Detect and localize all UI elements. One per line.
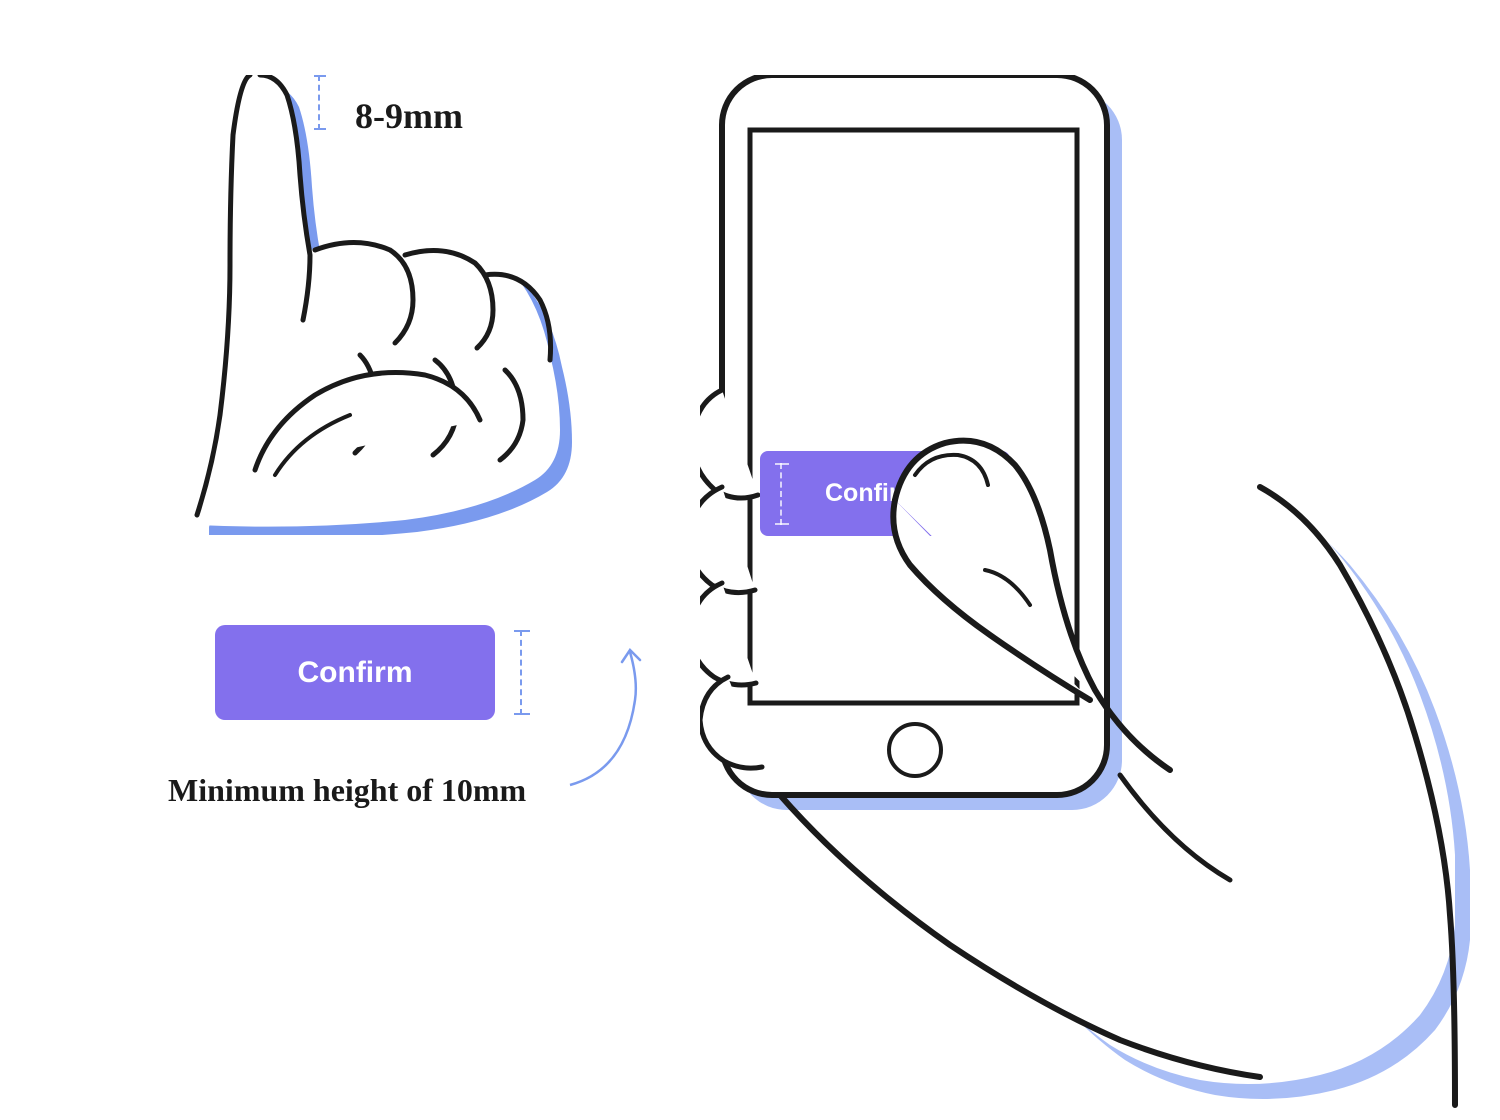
button-height-measure-icon bbox=[520, 630, 522, 715]
thumb-icon bbox=[700, 75, 1500, 1115]
pointing-hand-icon bbox=[155, 75, 575, 535]
phone-illustration: Confirm bbox=[700, 75, 1500, 1115]
arrow-icon bbox=[560, 640, 650, 790]
touch-target-diagram: 8-9mm Confirm Minimum height of 10mm bbox=[0, 0, 1500, 1110]
confirm-button-label: Confirm bbox=[298, 656, 413, 690]
finger-width-measure-icon bbox=[318, 75, 320, 130]
confirm-button-example: Confirm bbox=[215, 625, 495, 720]
finger-width-label: 8-9mm bbox=[355, 95, 463, 137]
min-height-label: Minimum height of 10mm bbox=[168, 772, 526, 809]
